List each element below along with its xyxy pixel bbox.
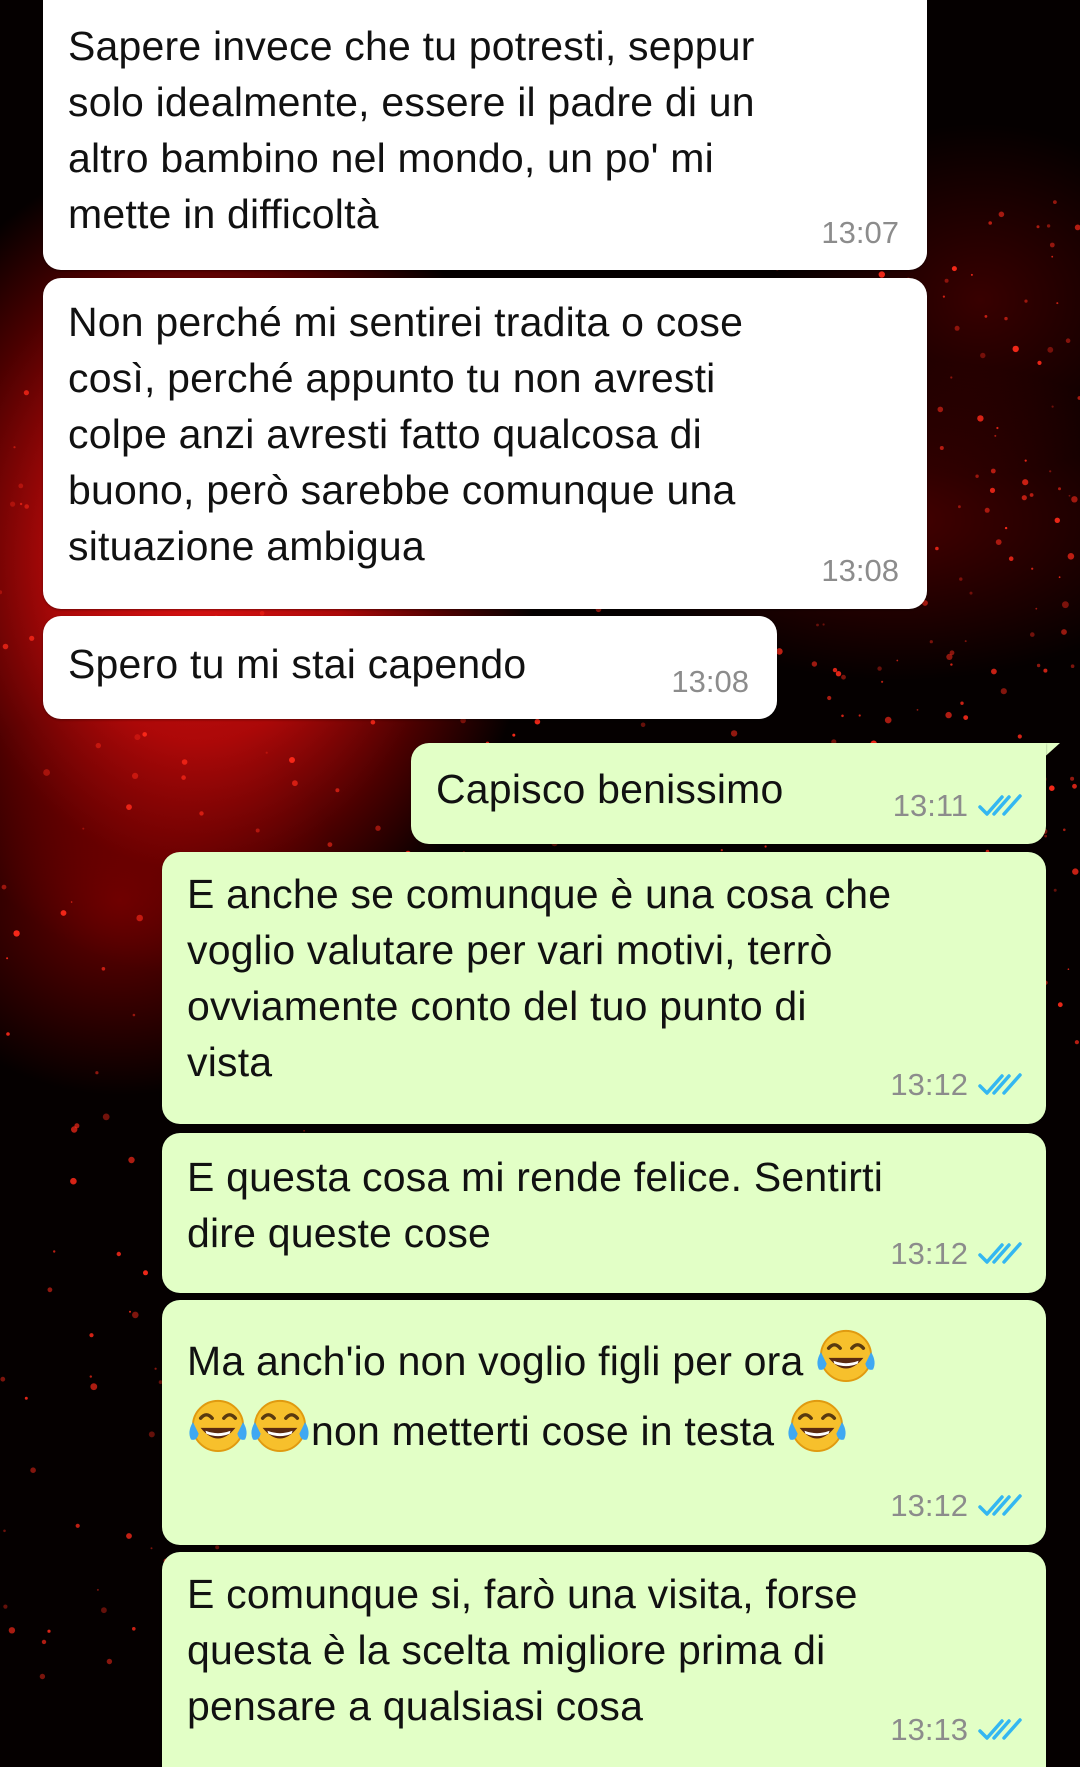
outgoing-message[interactable]: E comunque si, farò una visita, forse qu… xyxy=(162,1552,1046,1767)
double-check-read-icon xyxy=(978,1242,1022,1264)
outgoing-message[interactable]: Capisco benissimo 13:11 xyxy=(411,743,1046,844)
message-text: E questa cosa mi rende felice. Sentirti … xyxy=(187,1154,884,1256)
message-meta: 13:12 xyxy=(890,1067,1024,1103)
message-meta: 13:13 xyxy=(890,1712,1024,1748)
double-check-read-icon xyxy=(978,1494,1022,1516)
message-meta: 13:11 xyxy=(893,788,1024,824)
message-meta: 13:12 xyxy=(890,1236,1024,1272)
incoming-message[interactable]: Sapere invece che tu potresti, seppur so… xyxy=(43,0,927,270)
message-timestamp: 13:13 xyxy=(890,1712,968,1747)
message-meta: 13:12 xyxy=(890,1488,1024,1524)
message-text: Capisco benissimo xyxy=(436,766,784,812)
double-check-read-icon xyxy=(978,1718,1022,1740)
message-timestamp: 13:08 xyxy=(821,553,899,588)
message-meta: 13:08 xyxy=(671,664,749,700)
message-text: E anche se comunque è una cosa che vogli… xyxy=(187,871,892,1085)
double-check-read-icon xyxy=(978,1073,1022,1095)
message-meta: 13:08 xyxy=(821,553,899,589)
double-check-read-icon xyxy=(978,794,1022,816)
message-timestamp: 13:11 xyxy=(892,788,968,823)
message-meta: 13:07 xyxy=(821,215,899,251)
face-with-tears-of-joy-icon xyxy=(251,1399,309,1453)
message-text: Non perché mi sentirei tradita o cose co… xyxy=(68,299,744,569)
incoming-message[interactable]: Spero tu mi stai capendo 13:08 xyxy=(43,616,777,719)
message-text: Sapere invece che tu potresti, seppur so… xyxy=(68,23,755,237)
face-with-tears-of-joy-icon xyxy=(788,1399,846,1453)
message-timestamp: 13:07 xyxy=(821,215,899,250)
message-timestamp: 13:12 xyxy=(890,1236,968,1271)
message-timestamp: 13:12 xyxy=(890,1488,968,1523)
message-text: Spero tu mi stai capendo xyxy=(68,641,527,687)
face-with-tears-of-joy-icon xyxy=(817,1329,875,1383)
face-with-tears-of-joy-icon xyxy=(189,1399,247,1453)
outgoing-message[interactable]: E questa cosa mi rende felice. Sentirti … xyxy=(162,1133,1046,1293)
message-text: Ma anch'io non voglio figli per ora non … xyxy=(187,1326,877,1466)
message-timestamp: 13:08 xyxy=(671,664,749,699)
message-timestamp: 13:12 xyxy=(890,1067,968,1102)
outgoing-message[interactable]: Ma anch'io non voglio figli per ora non … xyxy=(162,1300,1046,1545)
outgoing-message[interactable]: E anche se comunque è una cosa che vogli… xyxy=(162,852,1046,1124)
incoming-message[interactable]: Non perché mi sentirei tradita o cose co… xyxy=(43,278,927,609)
chat-conversation[interactable]: Sapere invece che tu potresti, seppur so… xyxy=(0,0,1080,1767)
message-text: E comunque si, farò una visita, forse qu… xyxy=(187,1571,858,1729)
